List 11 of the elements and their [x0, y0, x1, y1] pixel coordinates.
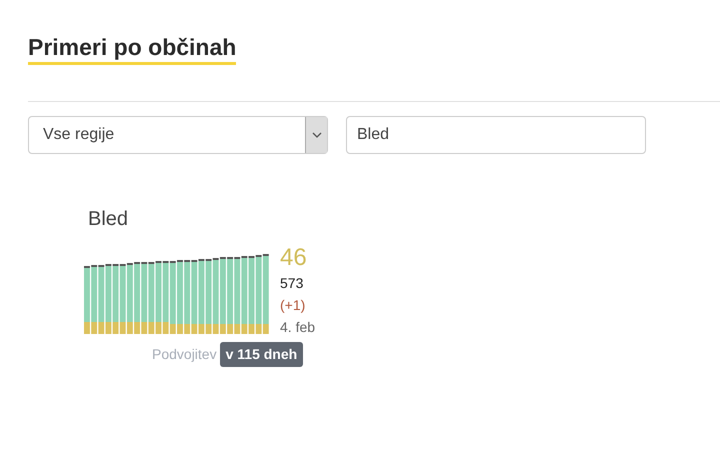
- search-field[interactable]: Bled: [346, 116, 646, 154]
- date-label: 4. feb: [280, 320, 316, 334]
- doubling-badge: v 115 dneh: [220, 342, 304, 367]
- section-heading: Primeri po občinah: [28, 32, 236, 65]
- total-count: 573: [280, 276, 304, 290]
- chevron-down-icon: [312, 132, 322, 138]
- region-select[interactable]: Vse regije: [28, 116, 328, 154]
- doubling-label: Podvojitev: [152, 345, 217, 364]
- active-count: 46: [280, 246, 308, 270]
- change-count: (+1): [280, 298, 306, 312]
- card-title: Bled: [88, 207, 130, 232]
